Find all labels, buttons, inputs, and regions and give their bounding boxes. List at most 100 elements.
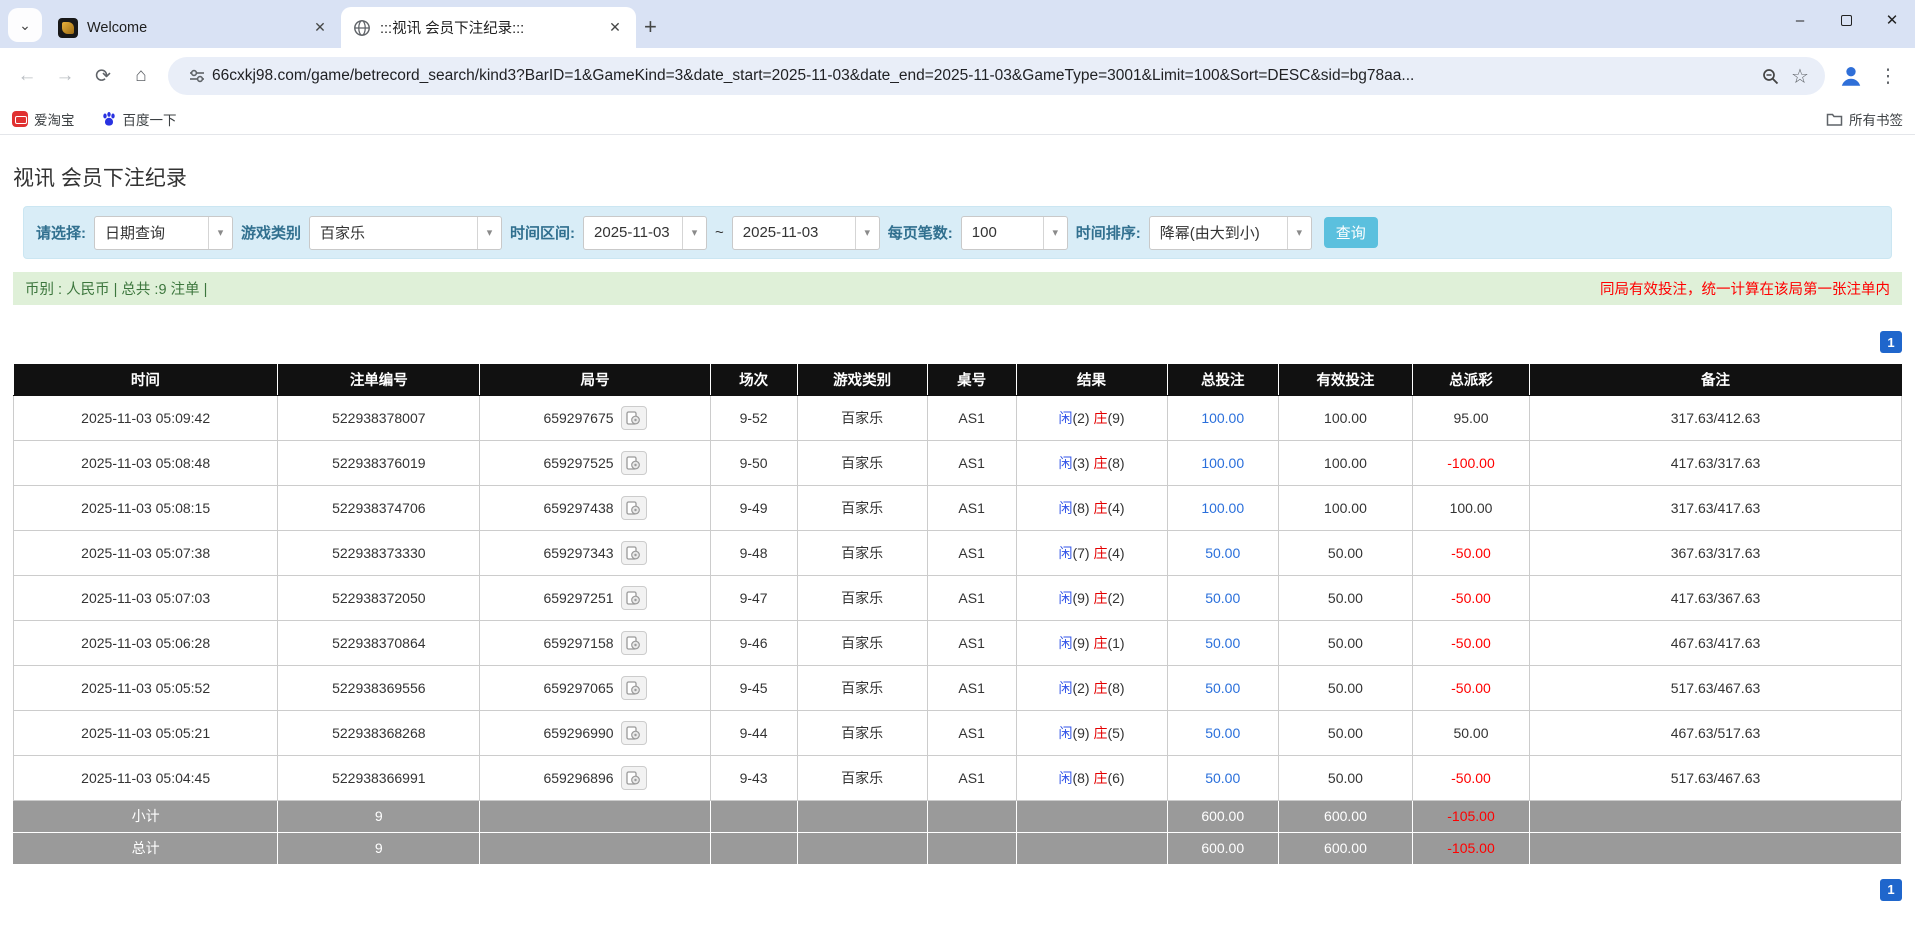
search-button[interactable]: 查询 bbox=[1323, 217, 1378, 248]
cell-total-bet-link[interactable]: 50.00 bbox=[1166, 709, 1279, 756]
video-replay-icon[interactable] bbox=[620, 405, 647, 430]
forward-button[interactable]: → bbox=[48, 59, 82, 93]
cell-total-bet-link[interactable]: 50.00 bbox=[1166, 574, 1279, 621]
per-page-label: 每页笔数: bbox=[887, 225, 953, 242]
player-result: 闲 bbox=[1058, 544, 1073, 561]
video-replay-icon[interactable] bbox=[620, 720, 647, 745]
close-tab-icon[interactable]: ✕ bbox=[604, 17, 626, 39]
reload-button[interactable]: ⟳ bbox=[86, 59, 120, 93]
cell-valid-bet: 50.00 bbox=[1277, 529, 1413, 576]
cell-session: 9-43 bbox=[709, 754, 798, 801]
cell-total-bet-link[interactable]: 100.00 bbox=[1166, 439, 1279, 486]
bookmark-aitaobao[interactable]: 爱淘宝 bbox=[12, 109, 75, 129]
game-kind-select[interactable]: 百家乐 ▾ bbox=[309, 215, 503, 250]
home-button[interactable]: ⌂ bbox=[124, 59, 158, 93]
cell-valid-bet: 50.00 bbox=[1277, 709, 1413, 756]
cell-session: 9-50 bbox=[709, 439, 798, 486]
cell-time: 2025-11-03 05:08:15 bbox=[12, 484, 279, 531]
date-start-select[interactable]: 2025-11-03 ▾ bbox=[583, 215, 708, 250]
menu-icon[interactable]: ⋮ bbox=[1871, 59, 1905, 93]
bookmark-star-icon[interactable]: ☆ bbox=[1785, 61, 1815, 91]
cell-game-kind: 百家乐 bbox=[796, 484, 928, 531]
address-bar[interactable]: 66cxkj98.com/game/betrecord_search/kind3… bbox=[168, 57, 1825, 95]
cell-total-bet-link[interactable]: 100.00 bbox=[1166, 484, 1279, 531]
chevron-down-icon: ⌄ bbox=[19, 16, 31, 33]
back-button[interactable]: ← bbox=[10, 59, 44, 93]
all-bookmarks-button[interactable]: 所有书签 bbox=[1826, 109, 1903, 129]
cell-time: 2025-11-03 05:05:52 bbox=[12, 664, 279, 711]
cell-total-bet-link[interactable]: 50.00 bbox=[1166, 619, 1279, 666]
video-replay-icon[interactable] bbox=[620, 675, 647, 700]
cell-game-kind: 百家乐 bbox=[796, 754, 928, 801]
cell-table-no: AS1 bbox=[926, 664, 1017, 711]
profile-avatar[interactable] bbox=[1835, 60, 1867, 92]
video-replay-icon[interactable] bbox=[620, 495, 647, 520]
cell-payout: -50.00 bbox=[1411, 754, 1531, 801]
cell-result: 闲(2) 庄(9) bbox=[1015, 394, 1168, 441]
cell-game-kind: 百家乐 bbox=[796, 529, 928, 576]
cell-result: 闲(7) 庄(4) bbox=[1015, 529, 1168, 576]
cell-total-bet-link[interactable]: 100.00 bbox=[1166, 394, 1279, 441]
tab-bet-records[interactable]: :::视讯 会员下注纪录::: ✕ bbox=[341, 7, 636, 48]
cell-payout: 100.00 bbox=[1411, 484, 1531, 531]
cell-valid-bet: 50.00 bbox=[1277, 574, 1413, 621]
cell-total-bet-link[interactable]: 50.00 bbox=[1166, 664, 1279, 711]
video-replay-icon[interactable] bbox=[620, 540, 647, 565]
page-title: 视讯 会员下注纪录 bbox=[13, 167, 187, 190]
cell-round-id: 659296896 bbox=[479, 754, 711, 801]
summary-total-bet: 600.00 bbox=[1166, 799, 1279, 833]
site-settings-icon[interactable] bbox=[182, 61, 212, 91]
bookmark-baidu[interactable]: 百度一下 bbox=[101, 109, 177, 129]
sort-order-select[interactable]: 降幂(由大到小) ▾ bbox=[1148, 215, 1312, 250]
video-replay-icon[interactable] bbox=[620, 450, 647, 475]
chevron-down-icon: ▾ bbox=[1042, 216, 1067, 249]
cell-session: 9-46 bbox=[709, 619, 798, 666]
cell-round-id: 659297065 bbox=[479, 664, 711, 711]
cell-round-id: 659297438 bbox=[479, 484, 711, 531]
date-end-select[interactable]: 2025-11-03 ▾ bbox=[731, 215, 880, 250]
cell-table-no: AS1 bbox=[926, 619, 1017, 666]
close-window-button[interactable]: ✕ bbox=[1869, 0, 1915, 40]
per-page-select[interactable]: 100 ▾ bbox=[960, 215, 1068, 250]
minimize-button[interactable]: – bbox=[1777, 0, 1823, 40]
video-replay-icon[interactable] bbox=[620, 765, 647, 790]
cell-round-id: 659297525 bbox=[479, 439, 711, 486]
cell-game-kind: 百家乐 bbox=[796, 574, 928, 621]
table-row: 2025-11-03 05:07:38 522938373330 6592973… bbox=[12, 529, 1902, 576]
window-controls: – ✕ bbox=[1777, 0, 1915, 40]
banker-result: 庄 bbox=[1093, 634, 1108, 651]
query-type-select[interactable]: 日期查询 ▾ bbox=[94, 215, 233, 250]
cell-bet-id: 522938369556 bbox=[277, 664, 481, 711]
zoom-icon[interactable] bbox=[1755, 61, 1785, 91]
cell-total-bet-link[interactable]: 50.00 bbox=[1166, 529, 1279, 576]
filter-bar: 请选择: 日期查询 ▾ 游戏类别 百家乐 ▾ 时间区间: 2025-11-03 … bbox=[23, 206, 1892, 259]
summary-label: 小计 bbox=[12, 799, 279, 833]
player-result: 闲 bbox=[1058, 769, 1073, 786]
game-kind-label: 游戏类别 bbox=[241, 225, 302, 242]
cell-valid-bet: 100.00 bbox=[1277, 394, 1413, 441]
summary-label: 总计 bbox=[12, 831, 279, 865]
cell-table-no: AS1 bbox=[926, 709, 1017, 756]
new-tab-button[interactable]: + bbox=[644, 16, 657, 38]
summary-valid-bet: 600.00 bbox=[1277, 799, 1413, 833]
close-tab-icon[interactable]: ✕ bbox=[309, 17, 331, 39]
cell-total-bet-link[interactable]: 50.00 bbox=[1166, 754, 1279, 801]
url-text[interactable]: 66cxkj98.com/game/betrecord_search/kind3… bbox=[212, 67, 1755, 85]
cell-session: 9-47 bbox=[709, 574, 798, 621]
col-bet-id: 注单编号 bbox=[277, 364, 481, 396]
cell-game-kind: 百家乐 bbox=[796, 439, 928, 486]
cell-note: 467.63/517.63 bbox=[1529, 709, 1902, 756]
tab-search-button[interactable]: ⌄ bbox=[8, 8, 42, 42]
banker-result: 庄 bbox=[1093, 769, 1108, 786]
tab-welcome[interactable]: Welcome ✕ bbox=[46, 7, 341, 48]
pagination-page-1[interactable]: 1 bbox=[1880, 331, 1902, 353]
col-note: 备注 bbox=[1529, 364, 1902, 396]
cell-round-id: 659296990 bbox=[479, 709, 711, 756]
video-replay-icon[interactable] bbox=[620, 630, 647, 655]
maximize-button[interactable] bbox=[1823, 0, 1869, 40]
pagination-page-1-bottom[interactable]: 1 bbox=[1880, 878, 1902, 901]
video-replay-icon[interactable] bbox=[620, 585, 647, 610]
cell-note: 367.63/317.63 bbox=[1529, 529, 1902, 576]
chevron-down-icon: ▾ bbox=[854, 216, 879, 249]
cell-bet-id: 522938373330 bbox=[277, 529, 481, 576]
